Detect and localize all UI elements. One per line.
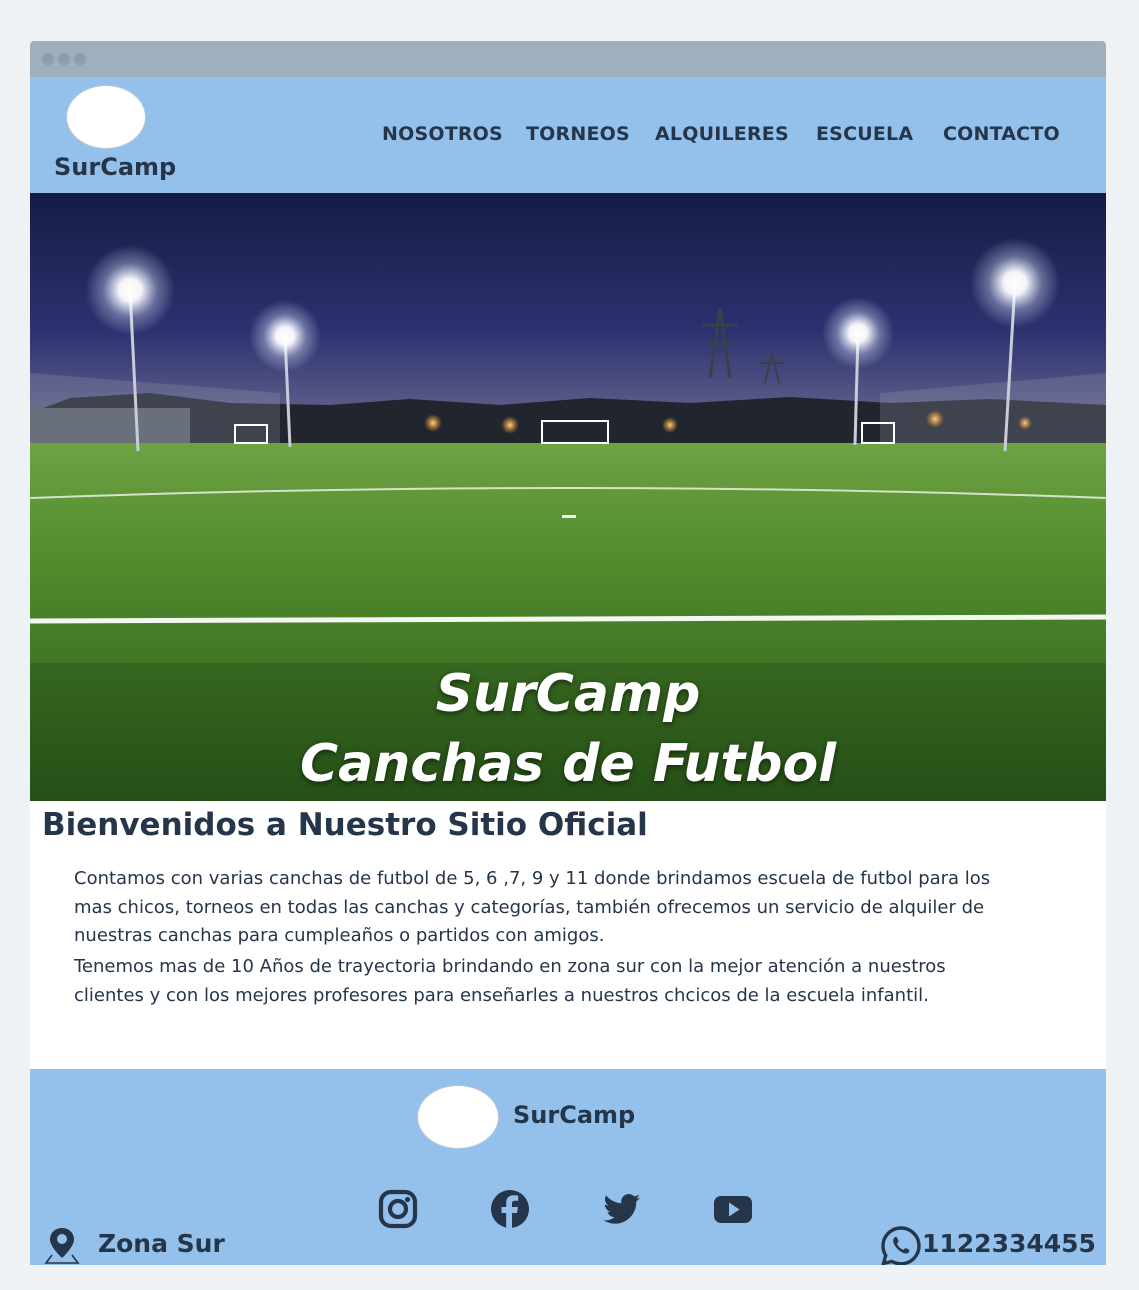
phone-number[interactable]: 1122334455 (922, 1229, 1096, 1258)
location-text: Zona Sur (98, 1229, 225, 1258)
page-heading: Bienvenidos a Nuestro Sitio Oficial (42, 807, 648, 843)
instagram-icon[interactable] (378, 1189, 418, 1229)
window-dot (58, 53, 70, 65)
nav-item-escuela[interactable]: ESCUELA (816, 123, 913, 145)
whatsapp-icon[interactable] (880, 1225, 922, 1265)
location-pin-icon (44, 1228, 80, 1264)
twitter-icon[interactable] (602, 1189, 642, 1229)
site-footer: SurCamp Zona Sur 1122334455 (30, 1069, 1106, 1265)
footer-brand-name: SurCamp (513, 1101, 636, 1129)
brand-name[interactable]: SurCamp (54, 153, 176, 181)
nav-item-torneos[interactable]: TORNEOS (526, 123, 630, 145)
logo-image[interactable] (66, 85, 146, 149)
window-dot (42, 53, 54, 65)
nav-item-alquileres[interactable]: ALQUILERES (655, 123, 789, 145)
hero-banner: SurCamp Canchas de Futbol (30, 193, 1106, 801)
window-titlebar (30, 41, 1106, 77)
hero-title-line2: Canchas de Futbol (299, 734, 837, 794)
facebook-icon[interactable] (490, 1189, 530, 1229)
nav-item-contacto[interactable]: CONTACTO (943, 123, 1060, 145)
site-header: SurCamp NOSOTROS TORNEOS ALQUILERES ESCU… (30, 77, 1106, 193)
main-content: Bienvenidos a Nuestro Sitio Oficial Cont… (30, 801, 1106, 1069)
history-paragraph: Tenemos mas de 10 Años de trayectoria br… (74, 956, 946, 1006)
browser-window: SurCamp NOSOTROS TORNEOS ALQUILERES ESCU… (30, 41, 1106, 1265)
footer-logo-image[interactable] (417, 1085, 499, 1149)
nav-item-nosotros[interactable]: NOSOTROS (382, 123, 503, 145)
intro-paragraph: Contamos con varias canchas de futbol de… (74, 868, 991, 946)
hero-title-line1: SurCamp (435, 664, 701, 724)
youtube-icon[interactable] (713, 1189, 753, 1229)
window-dot (74, 53, 86, 65)
